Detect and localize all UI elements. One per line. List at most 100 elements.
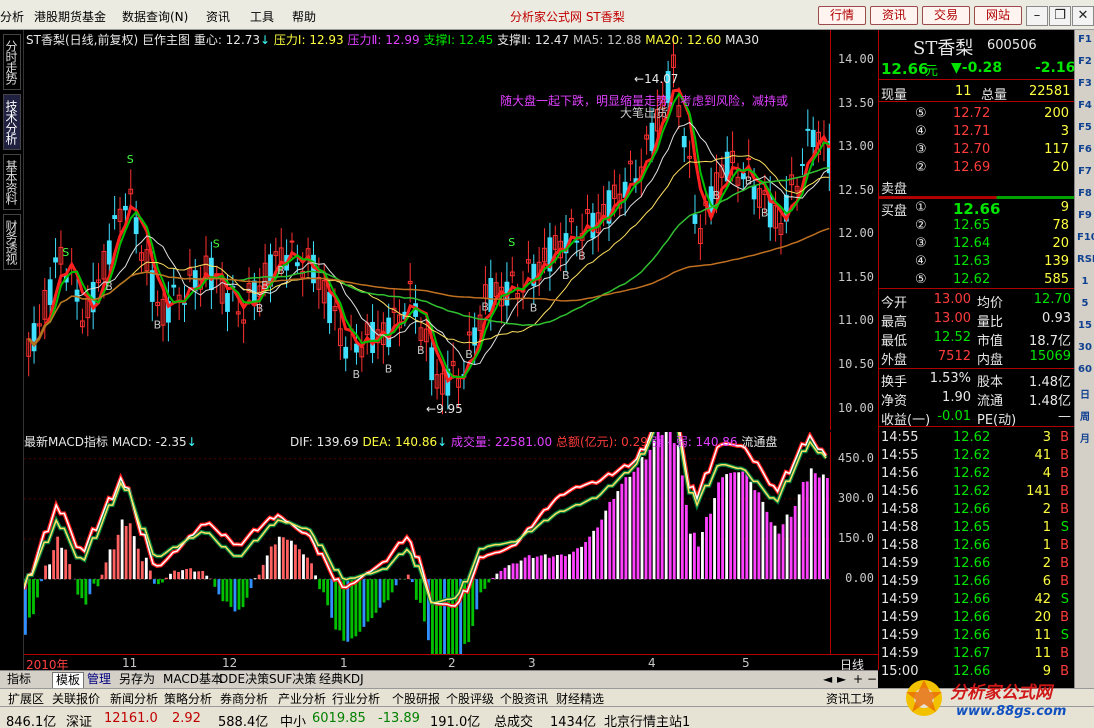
close-icon[interactable]: ✕ bbox=[1072, 6, 1094, 26]
tick-row[interactable]: 14:58 12.65 1 S bbox=[879, 520, 1075, 538]
quote-button[interactable]: 行情 bbox=[818, 6, 866, 25]
toolbar-日-icon[interactable]: 日 bbox=[1077, 386, 1093, 402]
tick-row[interactable]: 14:58 12.66 1 B bbox=[879, 538, 1075, 556]
kline-panel[interactable]: SSSBBBBBBBBBSBBBBBBB ST香梨(日线,前复权) 巨作主图 重… bbox=[24, 30, 830, 430]
tick-row[interactable]: 14:55 12.62 41 B bbox=[879, 448, 1075, 466]
toolbar-f6-icon[interactable]: F6 bbox=[1077, 144, 1093, 160]
macd-bar bbox=[108, 549, 112, 580]
sell-row[interactable]: ④ 12.71 3 bbox=[879, 124, 1075, 142]
menu-tools[interactable]: 工具 bbox=[250, 8, 274, 25]
toolbar-月-icon[interactable]: 月 bbox=[1077, 430, 1093, 446]
tick-row[interactable]: 14:59 12.66 42 S bbox=[879, 592, 1075, 610]
buy-row[interactable]: ③ 12.64 20 bbox=[879, 236, 1075, 254]
toolbar-周-icon[interactable]: 周 bbox=[1077, 408, 1093, 424]
nav-item[interactable]: 券商分析 bbox=[220, 690, 268, 707]
nav-item[interactable]: 行业分析 bbox=[332, 690, 380, 707]
macd-chart[interactable] bbox=[24, 432, 830, 654]
tick-row[interactable]: 14:56 12.62 4 B bbox=[879, 466, 1075, 484]
candle-body bbox=[746, 158, 752, 161]
toolbar-f3-icon[interactable]: F3 bbox=[1077, 78, 1093, 94]
tick-volume: 2 bbox=[1042, 502, 1051, 517]
buy-row[interactable]: ② 12.65 78 bbox=[879, 218, 1075, 236]
macd-bar bbox=[60, 547, 64, 580]
macd-title[interactable]: 最新MACD指标 bbox=[24, 435, 108, 449]
tab-timeshare[interactable]: 分时走势 bbox=[3, 34, 21, 90]
nav-item[interactable]: 资讯工场 bbox=[826, 690, 874, 707]
toolbar-f1-icon[interactable]: F1 bbox=[1077, 34, 1093, 50]
nav-item[interactable]: 个股研报 bbox=[392, 690, 440, 707]
menu-help[interactable]: 帮助 bbox=[292, 8, 316, 25]
sell-row[interactable]: ② 12.69 20 bbox=[879, 160, 1075, 178]
tab-template[interactable]: 模板 bbox=[52, 672, 85, 688]
zx-amount: 191.0亿 bbox=[430, 715, 481, 728]
toolbar-rsi-icon[interactable]: RSI bbox=[1077, 254, 1094, 270]
scroll-left-icon[interactable]: ◄ bbox=[820, 672, 835, 688]
sell-row[interactable]: ⑤ 12.72 200 bbox=[879, 106, 1075, 124]
menu-hk-futures[interactable]: 港股期货基金 bbox=[34, 8, 106, 25]
menu-analysis[interactable]: 分析 bbox=[0, 8, 24, 25]
toolbar-f5-icon[interactable]: F5 bbox=[1077, 122, 1093, 138]
tab-kdj[interactable]: 经典KDJ bbox=[316, 672, 367, 688]
nav-item[interactable]: 产业分析 bbox=[278, 690, 326, 707]
toolbar-f2-icon[interactable]: F2 bbox=[1077, 56, 1093, 72]
toolbar-1-icon[interactable]: 1 bbox=[1077, 276, 1093, 292]
center-arrow-icon: ↓ bbox=[260, 33, 271, 47]
buy-level: ③ bbox=[915, 236, 927, 251]
tab-manage[interactable]: 管理 bbox=[84, 672, 114, 688]
macd-bar bbox=[237, 579, 241, 610]
nav-item[interactable]: 财经精选 bbox=[556, 690, 604, 707]
toolbar-f8-icon[interactable]: F8 bbox=[1077, 188, 1093, 204]
nav-item[interactable]: 策略分析 bbox=[164, 690, 212, 707]
macd-panel[interactable]: 最新MACD指标 MACD: -2.35↓ DIF: 139.69 DEA: 1… bbox=[24, 432, 830, 654]
sell-price: 12.71 bbox=[953, 124, 991, 139]
tick-row[interactable]: 14:59 12.66 20 B bbox=[879, 610, 1075, 628]
tick-row[interactable]: 14:59 12.66 2 B bbox=[879, 556, 1075, 574]
toolbar-30-icon[interactable]: 30 bbox=[1077, 342, 1093, 358]
x-axis: 2010年 11 12 1 2 3 4 5 日线 bbox=[24, 654, 878, 672]
buy-row[interactable]: ① 12.66 9 bbox=[879, 200, 1075, 218]
indicator-name[interactable]: 巨作主图 bbox=[142, 33, 190, 47]
tick-row[interactable]: 14:59 12.66 6 B bbox=[879, 574, 1075, 592]
tab-indicator[interactable]: 指标 bbox=[4, 672, 34, 688]
toolbar-5-icon[interactable]: 5 bbox=[1077, 298, 1093, 314]
news-button[interactable]: 资讯 bbox=[870, 6, 918, 25]
menu-data-query[interactable]: 数据查询(N) bbox=[122, 8, 188, 25]
tab-technical[interactable]: 技术分析 bbox=[3, 94, 21, 150]
tab-fundamentals[interactable]: 基本资料 bbox=[3, 154, 21, 210]
macd-bar bbox=[152, 579, 156, 584]
toolbar-f7-icon[interactable]: F7 bbox=[1077, 166, 1093, 182]
tick-row[interactable]: 14:56 12.62 141 B bbox=[879, 484, 1075, 502]
tab-dde[interactable]: DDE决策 bbox=[216, 672, 272, 688]
tab-suf[interactable]: SUF决策 bbox=[266, 672, 319, 688]
toolbar-60-icon[interactable]: 60 bbox=[1077, 364, 1093, 380]
buy-row[interactable]: ④ 12.63 139 bbox=[879, 254, 1075, 272]
nav-item[interactable]: 关联报价 bbox=[52, 690, 100, 707]
tick-row[interactable]: 14:59 12.66 11 S bbox=[879, 628, 1075, 646]
tick-row[interactable]: 14:58 12.66 2 B bbox=[879, 502, 1075, 520]
scroll-right-icon[interactable]: ► bbox=[834, 672, 849, 688]
tick-row[interactable]: 14:55 12.62 3 B bbox=[879, 430, 1075, 448]
nav-item[interactable]: 扩展区 bbox=[8, 690, 44, 707]
tab-save-as[interactable]: 另存为 bbox=[116, 672, 158, 688]
toolbar-f4-icon[interactable]: F4 bbox=[1077, 100, 1093, 116]
toolbar-15-icon[interactable]: 15 bbox=[1077, 320, 1093, 336]
trade-button[interactable]: 交易 bbox=[922, 6, 970, 25]
nav-item[interactable]: 个股评级 bbox=[446, 690, 494, 707]
toolbar-f9-icon[interactable]: F9 bbox=[1077, 210, 1093, 226]
tick-row[interactable]: 14:59 12.67 11 B bbox=[879, 646, 1075, 664]
zx-value: 6019.85 bbox=[312, 711, 366, 726]
minimize-icon[interactable]: – bbox=[1026, 6, 1048, 26]
toolbar-f10-icon[interactable]: F10 bbox=[1077, 232, 1094, 248]
kline-chart[interactable]: SSSBBBBBB BBBSBBBBBBB bbox=[24, 30, 830, 430]
server-name[interactable]: 北京行情主站1 bbox=[604, 711, 690, 728]
tick-price: 12.66 bbox=[953, 556, 991, 571]
menu-news[interactable]: 资讯 bbox=[206, 8, 230, 25]
nav-item[interactable]: 个股资讯 bbox=[500, 690, 548, 707]
tab-financials[interactable]: 财务透视 bbox=[3, 214, 21, 270]
ma20-value: MA20: 12.60 bbox=[645, 33, 722, 47]
restore-icon[interactable]: ❐ bbox=[1049, 6, 1071, 26]
zoom-out-icon[interactable]: − bbox=[864, 672, 880, 688]
sell-row[interactable]: ③ 12.70 117 bbox=[879, 142, 1075, 160]
website-button[interactable]: 网站 bbox=[974, 6, 1022, 25]
nav-item[interactable]: 新闻分析 bbox=[110, 690, 158, 707]
